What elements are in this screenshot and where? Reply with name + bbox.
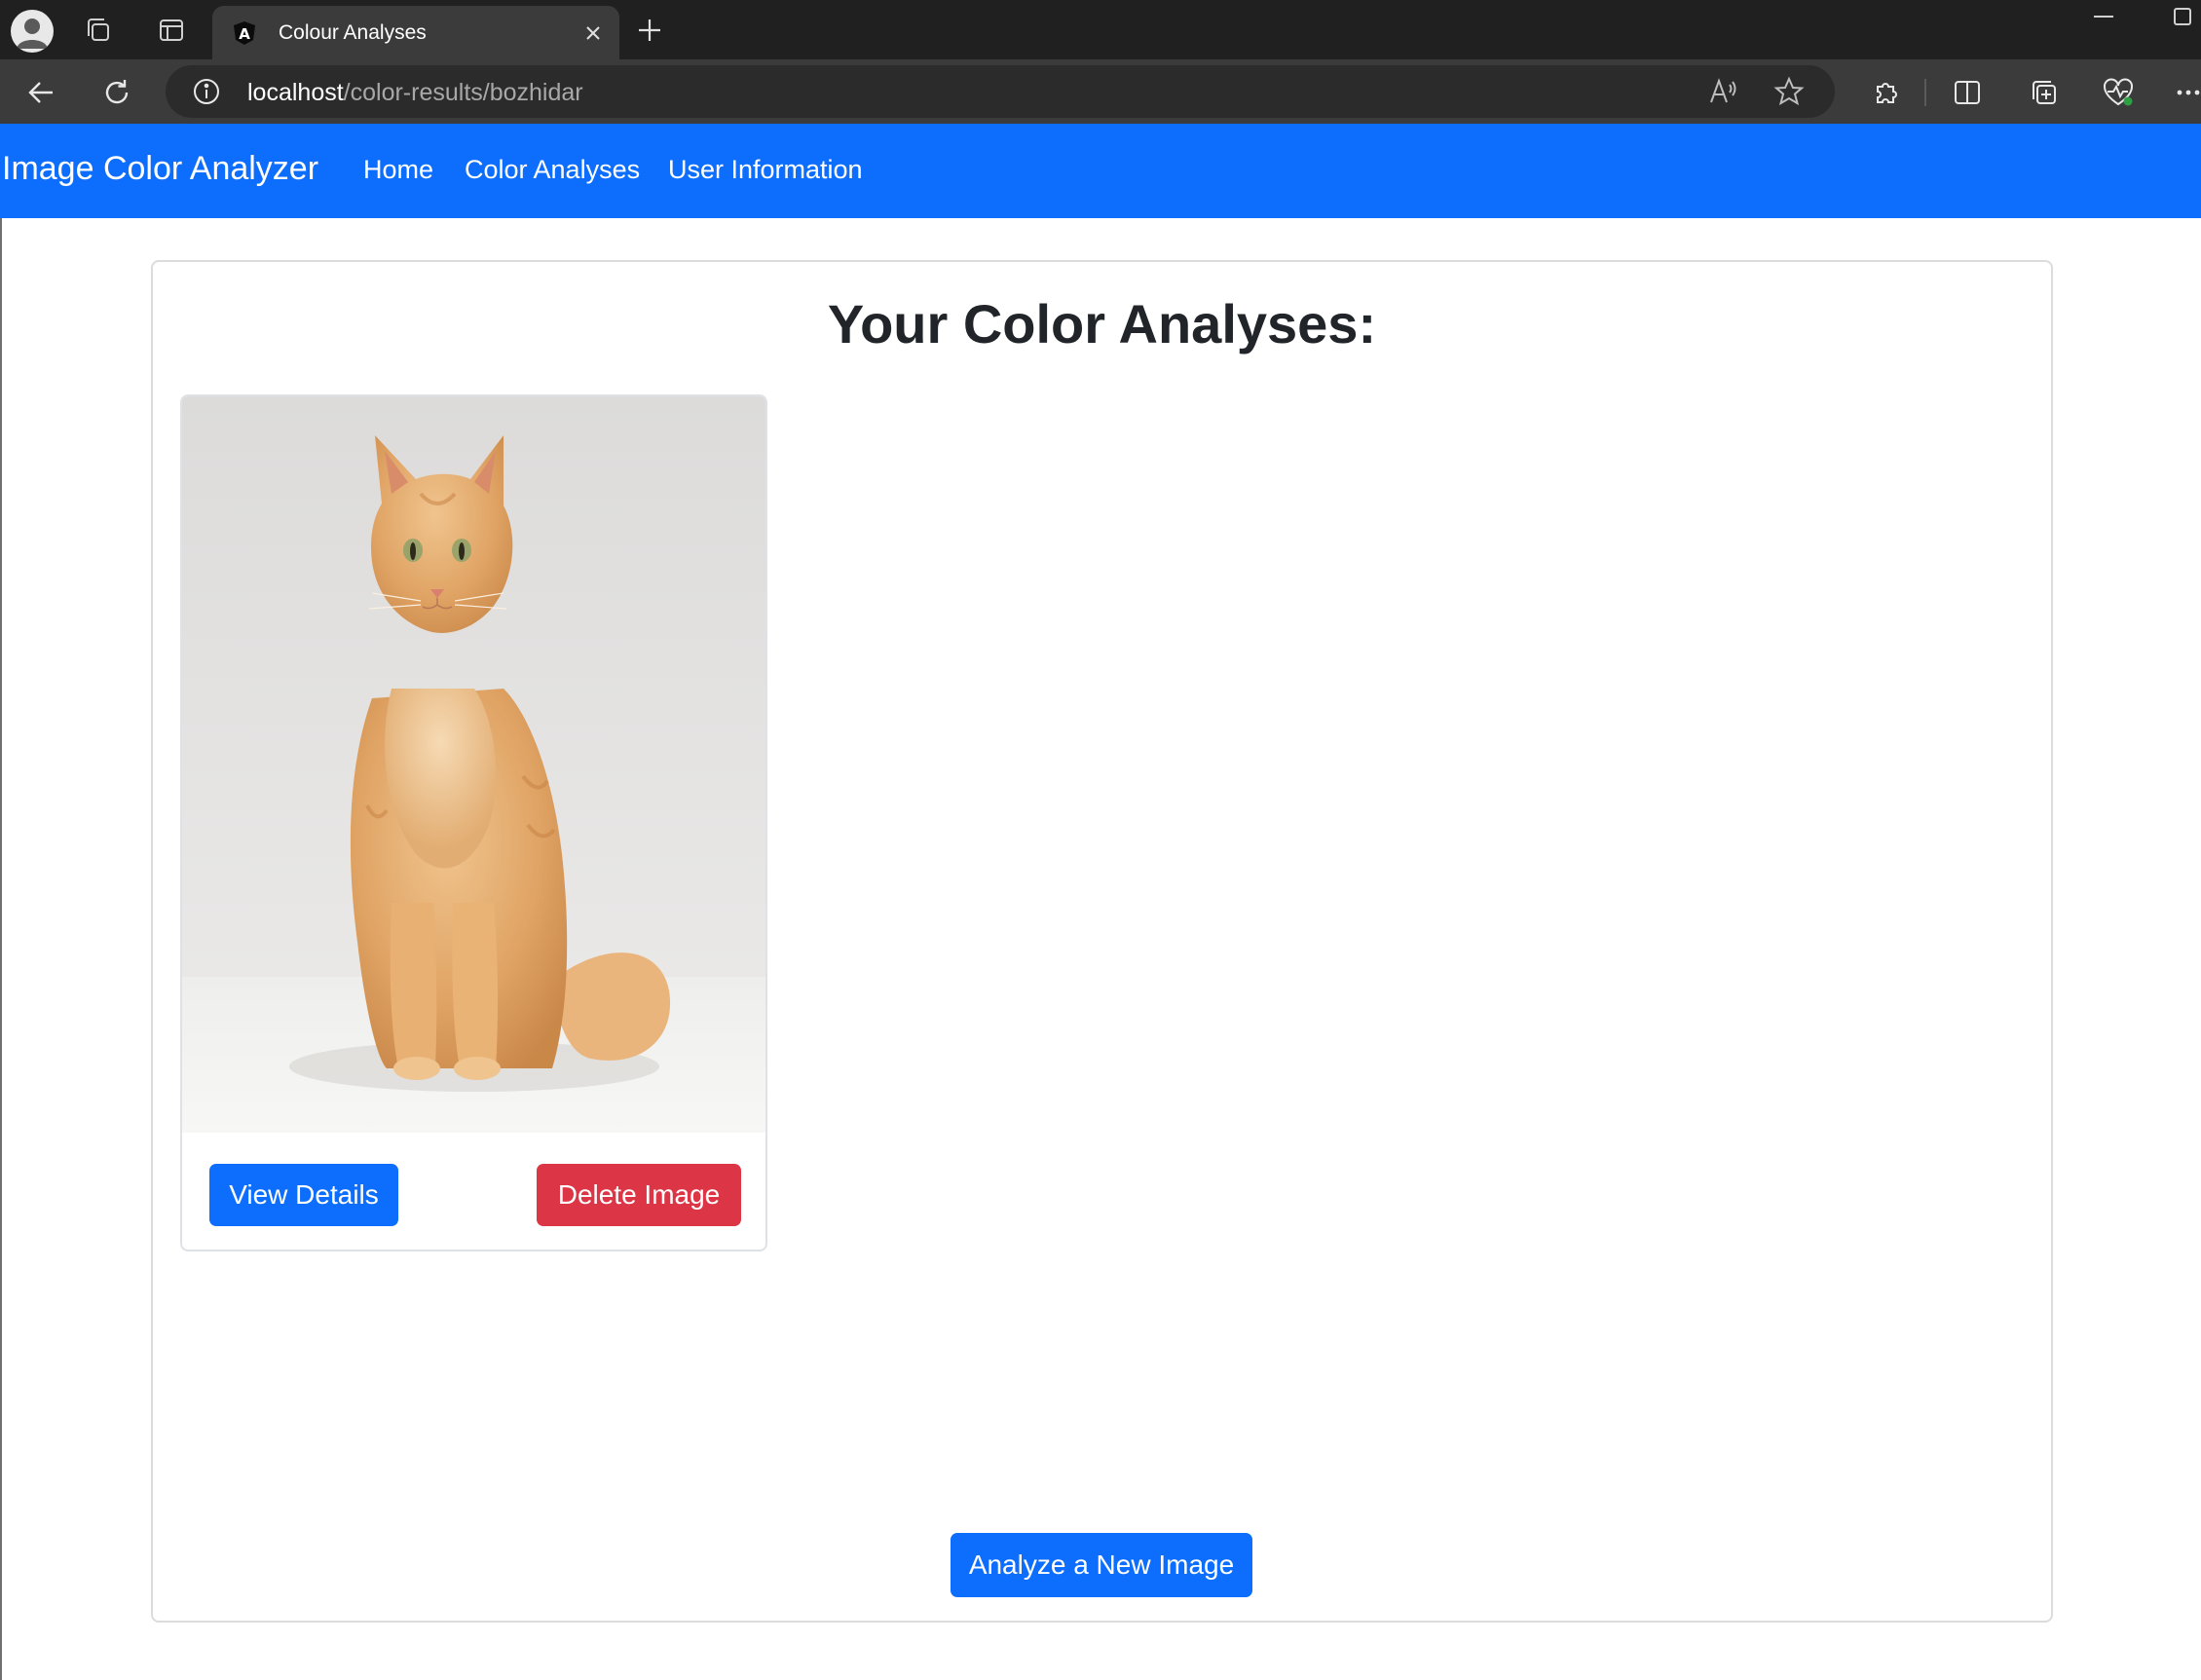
- minimize-icon[interactable]: [2094, 16, 2113, 18]
- nav-link-home[interactable]: Home: [363, 155, 433, 185]
- collections-icon[interactable]: [2023, 71, 2066, 114]
- maximize-icon[interactable]: [2174, 8, 2191, 25]
- extensions-icon[interactable]: [1864, 71, 1907, 114]
- browser-essentials-icon[interactable]: [2097, 71, 2140, 114]
- url-text[interactable]: localhost/color-results/bozhidar: [247, 79, 583, 107]
- app-navbar: Image Color Analyzer Home Color Analyses…: [0, 124, 2201, 218]
- favorites-star-icon[interactable]: [1772, 75, 1806, 113]
- nav-link-user-information[interactable]: User Information: [668, 155, 863, 185]
- profile-icon[interactable]: [11, 10, 54, 53]
- browser-toolbar: localhost/color-results/bozhidar: [0, 59, 2201, 124]
- view-details-button[interactable]: View Details: [209, 1164, 398, 1226]
- close-icon[interactable]: [575, 15, 612, 52]
- address-bar[interactable]: localhost/color-results/bozhidar: [166, 65, 1835, 118]
- refresh-icon[interactable]: [95, 71, 138, 114]
- split-screen-icon[interactable]: [1946, 71, 1989, 114]
- url-host: localhost: [247, 79, 344, 106]
- url-path: /color-results/bozhidar: [343, 79, 583, 106]
- workspaces-icon[interactable]: [78, 10, 119, 51]
- toolbar-separator: [1924, 79, 1926, 106]
- delete-image-button[interactable]: Delete Image: [537, 1164, 741, 1226]
- site-info-icon[interactable]: [191, 76, 222, 112]
- analyses-panel: Your Color Analyses: View Details Delete…: [151, 260, 2053, 1623]
- plus-icon[interactable]: [629, 10, 670, 51]
- analyze-new-image-button[interactable]: Analyze a New Image: [951, 1533, 1252, 1597]
- nav-link-color-analyses[interactable]: Color Analyses: [465, 155, 640, 185]
- back-icon[interactable]: [19, 71, 62, 114]
- read-aloud-icon[interactable]: [1706, 75, 1739, 113]
- page-title: Your Color Analyses:: [827, 293, 1377, 355]
- vertical-tabs-icon[interactable]: [151, 10, 192, 51]
- angular-favicon: A: [230, 19, 259, 48]
- page-left-border: [0, 218, 2, 1680]
- browser-titlebar: A Colour Analyses: [0, 0, 2201, 60]
- cat-image[interactable]: [182, 396, 765, 1133]
- analysis-card: View Details Delete Image: [180, 394, 767, 1251]
- navbar-brand[interactable]: Image Color Analyzer: [2, 150, 318, 188]
- active-tab[interactable]: A Colour Analyses: [212, 6, 619, 60]
- tab-title: Colour Analyses: [279, 21, 427, 44]
- svg-text:A: A: [239, 25, 250, 43]
- more-options-icon[interactable]: [2167, 71, 2201, 114]
